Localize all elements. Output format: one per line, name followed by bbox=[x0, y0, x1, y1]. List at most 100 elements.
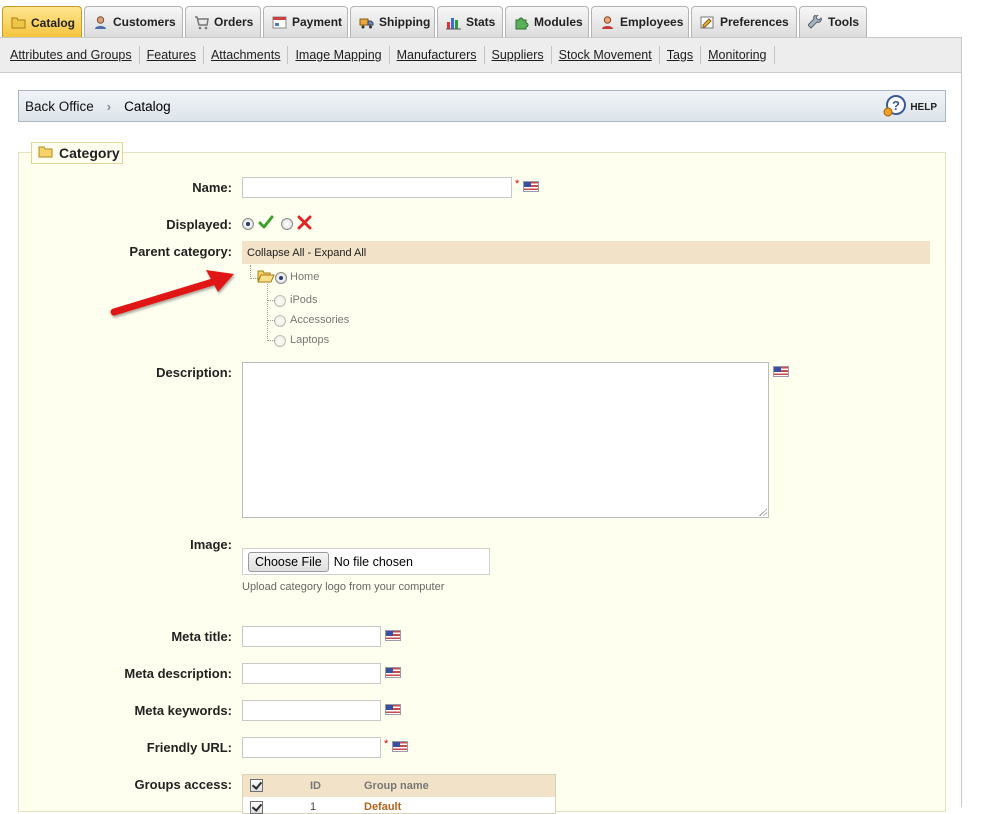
tab-label: Tools bbox=[828, 15, 860, 29]
folder-icon bbox=[38, 145, 53, 161]
meta-description-input[interactable] bbox=[242, 663, 381, 684]
groups-access-label: Groups access: bbox=[134, 777, 232, 792]
us-flag-icon[interactable] bbox=[773, 366, 789, 377]
group-checkbox[interactable] bbox=[250, 801, 263, 814]
upload-hint: Upload category logo from your computer bbox=[242, 581, 445, 593]
submenu-image-mapping[interactable]: Image Mapping bbox=[288, 46, 390, 64]
payment-icon bbox=[272, 15, 287, 30]
tree-radio-ipods[interactable] bbox=[274, 295, 286, 307]
tab-stats[interactable]: Stats bbox=[437, 6, 503, 37]
submenu-features[interactable]: Features bbox=[140, 46, 204, 64]
tab-label: Modules bbox=[534, 15, 583, 29]
fieldset-legend: Category bbox=[31, 142, 123, 164]
required-mark: * bbox=[515, 178, 520, 190]
group-name: Default bbox=[364, 801, 402, 813]
red-arrow-annotation bbox=[110, 270, 234, 316]
choose-file-button[interactable]: Choose File bbox=[248, 551, 329, 572]
wrench-icon bbox=[807, 13, 823, 30]
tab-preferences[interactable]: Preferences bbox=[691, 6, 797, 37]
column-id: ID bbox=[310, 780, 321, 792]
no-file-text: No file chosen bbox=[333, 554, 413, 569]
meta-keywords-label: Meta keywords: bbox=[134, 703, 232, 718]
catalog-submenu: Attributes and Groups Features Attachmen… bbox=[0, 37, 962, 73]
description-textarea[interactable] bbox=[242, 362, 769, 518]
us-flag-icon[interactable] bbox=[523, 181, 539, 192]
help-button[interactable]: ? HELP bbox=[883, 95, 937, 120]
tree-radio-home[interactable] bbox=[275, 272, 287, 284]
image-file-input: Choose File No file chosen bbox=[242, 548, 490, 575]
user-icon bbox=[93, 15, 108, 30]
tab-employees[interactable]: Employees bbox=[591, 6, 689, 37]
us-flag-icon[interactable] bbox=[385, 667, 401, 678]
displayed-no-radio[interactable] bbox=[281, 218, 293, 230]
breadcrumb-back-office[interactable]: Back Office bbox=[25, 99, 94, 114]
preferences-icon bbox=[700, 15, 715, 30]
tree-item-home: Home bbox=[290, 271, 320, 283]
us-flag-icon[interactable] bbox=[385, 704, 401, 715]
meta-description-label: Meta description: bbox=[124, 666, 232, 681]
tab-label: Catalog bbox=[31, 15, 76, 30]
image-label: Image: bbox=[190, 537, 232, 552]
help-label: HELP bbox=[910, 102, 937, 113]
tab-payment[interactable]: Payment bbox=[263, 6, 348, 37]
submenu-tags[interactable]: Tags bbox=[660, 46, 702, 64]
displayed-label: Displayed: bbox=[166, 217, 232, 232]
resize-handle[interactable] bbox=[759, 508, 767, 516]
tab-customers[interactable]: Customers bbox=[84, 6, 183, 37]
svg-text:?: ? bbox=[892, 98, 900, 113]
tab-label: Stats bbox=[466, 15, 496, 29]
us-flag-icon[interactable] bbox=[392, 741, 408, 752]
tab-label: Orders bbox=[214, 15, 254, 29]
submenu-manufacturers[interactable]: Manufacturers bbox=[390, 46, 485, 64]
description-label: Description: bbox=[156, 365, 232, 380]
groups-table: ID Group name 1 Default bbox=[242, 774, 556, 814]
tree-connector bbox=[250, 265, 251, 279]
tab-catalog[interactable]: Catalog bbox=[2, 6, 82, 38]
column-group-name: Group name bbox=[364, 780, 429, 792]
tree-radio-laptops[interactable] bbox=[274, 335, 286, 347]
tab-shipping[interactable]: Shipping bbox=[350, 6, 435, 37]
tree-item-laptops: Laptops bbox=[290, 334, 330, 346]
tab-orders[interactable]: Orders bbox=[185, 6, 261, 37]
tree-item-accessories: Accessories bbox=[290, 314, 350, 326]
truck-icon bbox=[359, 15, 374, 30]
tree-radio-accessories[interactable] bbox=[274, 315, 286, 327]
legend-label: Category bbox=[59, 145, 120, 161]
folder-icon bbox=[11, 15, 26, 30]
name-input[interactable] bbox=[242, 177, 512, 198]
main-tabs: Catalog Customers Orders Payment Shippin… bbox=[0, 0, 998, 38]
meta-keywords-input[interactable] bbox=[242, 700, 381, 721]
submenu-attachments[interactable]: Attachments bbox=[204, 46, 289, 64]
tab-tools[interactable]: Tools bbox=[799, 6, 867, 37]
groups-table-header: ID Group name bbox=[243, 775, 555, 797]
employee-icon bbox=[600, 15, 615, 30]
cross-icon bbox=[297, 215, 312, 233]
tab-label: Customers bbox=[113, 15, 176, 29]
friendly-url-input[interactable] bbox=[242, 737, 381, 758]
displayed-yes-radio[interactable] bbox=[242, 218, 254, 230]
submenu-suppliers[interactable]: Suppliers bbox=[485, 46, 552, 64]
cart-icon bbox=[194, 15, 209, 30]
tab-label: Preferences bbox=[720, 15, 789, 29]
required-mark: * bbox=[384, 738, 389, 750]
tab-label: Shipping bbox=[379, 15, 431, 29]
submenu-stock-movement[interactable]: Stock Movement bbox=[552, 46, 660, 64]
folder-open-icon bbox=[257, 269, 275, 286]
checkmark-icon bbox=[258, 214, 274, 233]
meta-title-label: Meta title: bbox=[171, 629, 232, 644]
tab-label: Employees bbox=[620, 15, 684, 29]
tree-collapse-expand[interactable]: Collapse All - Expand All bbox=[242, 241, 930, 264]
tree-connector bbox=[267, 284, 268, 341]
meta-title-input[interactable] bbox=[242, 626, 381, 647]
chart-icon bbox=[446, 15, 461, 30]
help-icon: ? bbox=[883, 95, 907, 120]
tab-modules[interactable]: Modules bbox=[505, 6, 589, 37]
name-label: Name: bbox=[192, 180, 232, 195]
us-flag-icon[interactable] bbox=[385, 630, 401, 641]
tree-item-ipods: iPods bbox=[290, 294, 318, 306]
submenu-monitoring[interactable]: Monitoring bbox=[701, 46, 775, 64]
tab-label: Payment bbox=[292, 15, 343, 29]
friendly-url-label: Friendly URL: bbox=[146, 740, 232, 755]
submenu-attributes-and-groups[interactable]: Attributes and Groups bbox=[3, 46, 140, 64]
select-all-checkbox[interactable] bbox=[250, 779, 263, 792]
